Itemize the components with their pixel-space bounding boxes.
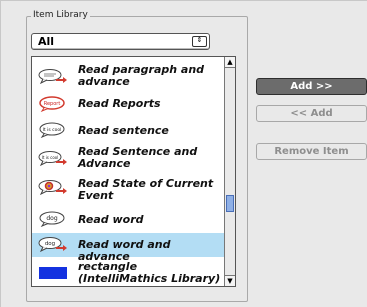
list-item-selected[interactable]: dog Read word and advance: [32, 233, 224, 263]
speech-bubble-icon: It is cool: [39, 122, 65, 138]
list-item-label: Read Sentence and Advance: [78, 145, 198, 170]
scroll-up-arrow-icon[interactable]: ▲: [225, 57, 235, 68]
list-item-label: Read sentence: [78, 124, 169, 137]
list-item-label: Read paragraph and advance: [78, 63, 205, 88]
blue-rectangle-icon: [39, 267, 67, 279]
list-scrollbar[interactable]: ▲ ▼: [224, 57, 235, 286]
list-item[interactable]: It is cool Read sentence: [32, 117, 224, 141]
scroll-thumb[interactable]: [226, 195, 234, 212]
group-title: Item Library: [31, 10, 90, 20]
word-bubble-icon: dog: [39, 211, 65, 227]
dropdown-arrows-icon: ⇕: [192, 36, 207, 47]
list-item-label: Read State of Current Event: [78, 177, 214, 202]
sentence-icon-text: It is cool: [43, 127, 62, 133]
event-bubble-arrow-icon: [38, 180, 67, 195]
word-advance-icon-text: dog: [45, 241, 55, 247]
list-item[interactable]: rectangle (IntelliMathics Library): [32, 259, 224, 286]
list-item-label: rectangle (IntelliMathics Library): [78, 260, 221, 285]
scroll-down-arrow-icon[interactable]: ▼: [225, 275, 235, 286]
list-item[interactable]: Read State of Current Event: [32, 175, 224, 205]
remove-item-button[interactable]: Remove Item: [256, 143, 367, 160]
back-add-button[interactable]: << Add: [256, 105, 367, 122]
list-item-label: Read Reports: [78, 97, 161, 110]
filter-dropdown[interactable]: All ⇕: [31, 33, 210, 50]
item-list-rows: Read paragraph and advance Report Read R…: [32, 57, 224, 286]
list-item[interactable]: dog Read word: [32, 207, 224, 231]
list-item[interactable]: Report Read Reports: [32, 93, 224, 115]
speech-bubble-arrow-icon: It is cool: [38, 151, 67, 166]
item-library-panel: Item Library All ⇕ Read paragraph and ad…: [0, 0, 367, 307]
list-item[interactable]: Read paragraph and advance: [32, 61, 224, 91]
word-bubble-arrow-icon: dog: [38, 237, 67, 252]
item-list[interactable]: Read paragraph and advance Report Read R…: [31, 56, 236, 287]
list-item-label: Read word: [78, 213, 144, 226]
sentence-advance-icon-text: It is cool: [42, 155, 59, 160]
speech-bubble-arrow-icon: [38, 69, 67, 84]
filter-selected-value: All: [38, 35, 55, 48]
list-item[interactable]: It is cool Read Sentence and Advance: [32, 143, 224, 173]
add-button[interactable]: Add >>: [256, 78, 367, 95]
report-bubble-icon: Report: [39, 96, 65, 112]
word-icon-text: dog: [46, 215, 57, 222]
report-icon-text: Report: [44, 101, 61, 107]
